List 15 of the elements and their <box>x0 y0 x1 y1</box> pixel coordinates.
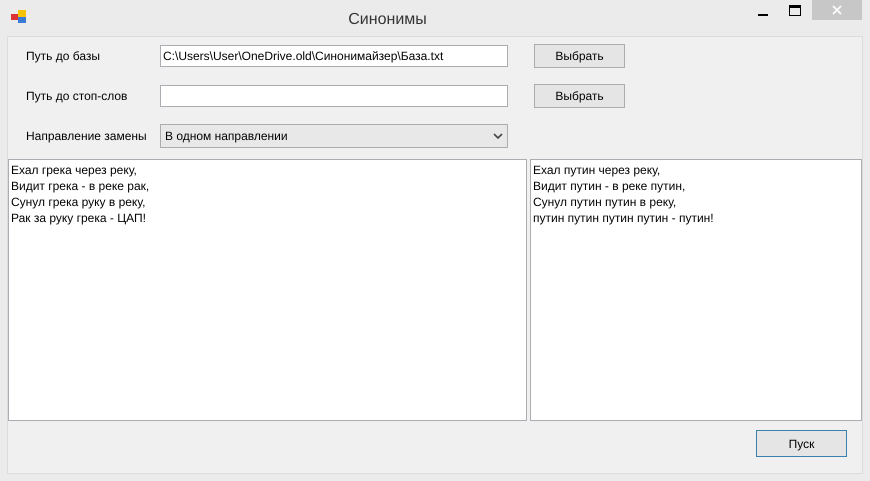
source-text-area[interactable]: Ехал грека через реку, Видит грека - в реке рак, Сунул грека руку в реку, Рак за руку грека - ЦАП! <box>8 159 527 421</box>
path-field[interactable]: C:\Users\User\OneDrive.old\Синонимайзер\База.txt <box>160 45 508 67</box>
app-icon <box>11 10 27 24</box>
run-button[interactable]: Пуск <box>756 430 847 457</box>
field-label: Путь до базы <box>25 48 101 65</box>
browse-button[interactable]: Выбрать <box>534 44 625 68</box>
field-label: Путь до стоп-слов <box>25 88 128 105</box>
browse-button[interactable]: Выбрать <box>534 84 625 108</box>
window-title: Синонимы <box>347 10 428 30</box>
result-text-area[interactable]: Ехал путин через реку, Видит путин - в реке путин, Сунул путин путин в реку, путин путин путин путин - путин! <box>530 159 862 421</box>
path-field[interactable] <box>160 85 508 107</box>
field-label: Направление замены <box>25 128 148 145</box>
direction-dropdown[interactable]: В одном направлении <box>160 124 508 148</box>
close-icon <box>832 5 842 15</box>
chevron-down-icon <box>493 133 503 139</box>
